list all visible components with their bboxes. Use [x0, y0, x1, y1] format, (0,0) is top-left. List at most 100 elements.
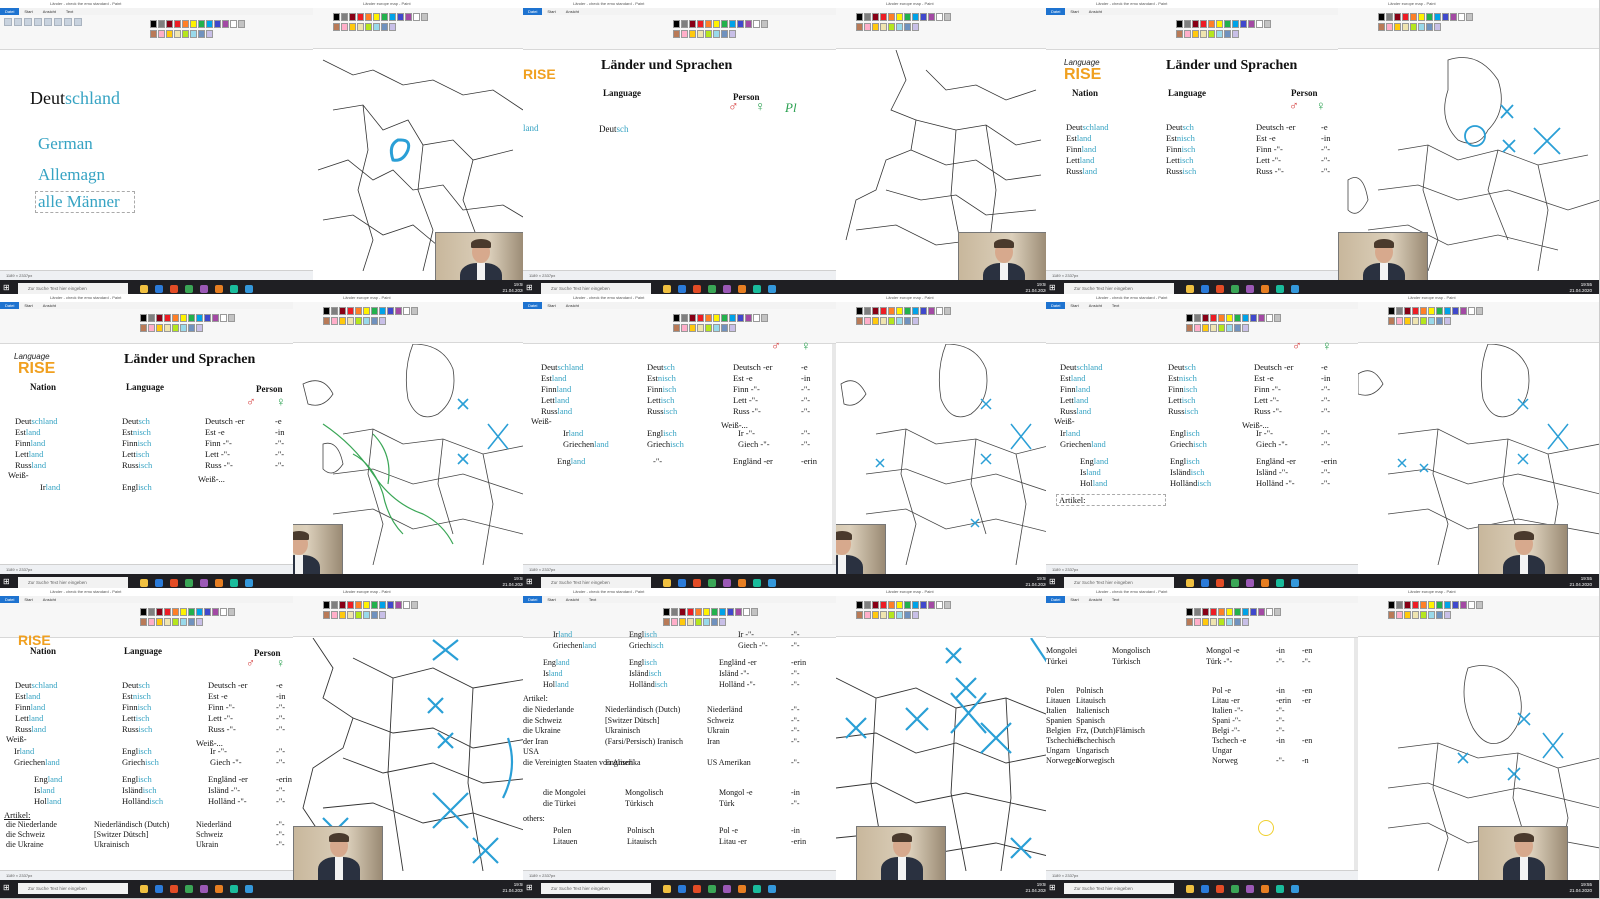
palette-color-swatch[interactable]	[204, 314, 211, 322]
text-tool-icon[interactable]	[44, 18, 52, 26]
palette-color-swatch[interactable]	[1460, 307, 1467, 315]
palette-color-swatch[interactable]	[1210, 608, 1217, 616]
taskbar-app-icon[interactable]	[678, 579, 686, 587]
palette-color-swatch[interactable]	[1404, 610, 1411, 619]
palette-color-swatch[interactable]	[703, 608, 710, 616]
palette-color-swatch[interactable]	[196, 314, 203, 322]
palette-color-swatch[interactable]	[1428, 307, 1435, 315]
palette-color-swatch[interactable]	[872, 307, 879, 315]
palette-color-swatch[interactable]	[355, 601, 362, 609]
palette-color-swatch[interactable]	[761, 314, 768, 322]
palette-color-swatch[interactable]	[1184, 29, 1191, 38]
palette-color-swatch[interactable]	[1436, 610, 1443, 619]
palette-color-swatch[interactable]	[1468, 601, 1475, 609]
menu-text[interactable]: Text	[584, 596, 601, 603]
palette-color-swatch[interactable]	[1418, 22, 1425, 31]
palette-color-swatch[interactable]	[1176, 29, 1183, 38]
palette-color-swatch[interactable]	[1410, 22, 1417, 31]
taskbar-app-icon[interactable]	[738, 885, 746, 893]
taskbar-app-icon[interactable]	[140, 885, 148, 893]
paint-canvas[interactable]: Mongolei Mongolisch Mongol -e -in -en Türkei T…	[1046, 638, 1358, 871]
palette-color-swatch[interactable]	[1234, 314, 1241, 322]
palette-color-swatch[interactable]	[188, 608, 195, 616]
palette-color-swatch[interactable]	[1202, 314, 1209, 322]
palette-color-swatch[interactable]	[1208, 29, 1215, 38]
palette-color-swatch[interactable]	[737, 314, 744, 322]
palette-color-swatch[interactable]	[190, 20, 197, 28]
taskbar-app-icon[interactable]	[1261, 285, 1269, 293]
palette-color-swatch[interactable]	[371, 316, 378, 325]
palette-color-swatch[interactable]	[1194, 323, 1201, 332]
palette-color-swatch[interactable]	[705, 20, 712, 28]
menu-datei[interactable]: Datei	[0, 8, 20, 15]
palette-color-swatch[interactable]	[1250, 608, 1257, 616]
palette-color-swatch[interactable]	[220, 314, 227, 322]
palette-color-swatch[interactable]	[864, 601, 871, 609]
palette-color-swatch[interactable]	[1412, 316, 1419, 325]
palette-color-swatch[interactable]	[679, 617, 686, 626]
brush-tool-icon[interactable]	[64, 18, 72, 26]
palette-color-swatch[interactable]	[711, 608, 718, 616]
palette-color-swatch[interactable]	[357, 13, 364, 21]
palette-color-swatch[interactable]	[713, 314, 720, 322]
palette-color-swatch[interactable]	[920, 307, 927, 315]
palette-color-swatch[interactable]	[323, 307, 330, 315]
palette-color-swatch[interactable]	[1234, 617, 1241, 626]
palette-color-swatch[interactable]	[174, 20, 181, 28]
palette-color-swatch[interactable]	[753, 314, 760, 322]
taskbar-app-icon[interactable]	[753, 579, 761, 587]
palette-color-swatch[interactable]	[206, 29, 213, 38]
palette-color-swatch[interactable]	[719, 608, 726, 616]
palette-color-swatch[interactable]	[1476, 601, 1483, 609]
palette-color-swatch[interactable]	[1240, 20, 1247, 28]
palette-color-swatch[interactable]	[180, 617, 187, 626]
palette-color-swatch[interactable]	[856, 13, 863, 21]
palette-color-swatch[interactable]	[697, 323, 704, 332]
palette-color-swatch[interactable]	[872, 610, 879, 619]
palette-color-swatch[interactable]	[172, 617, 179, 626]
palette-color-swatch[interactable]	[681, 323, 688, 332]
palette-color-swatch[interactable]	[713, 29, 720, 38]
palette-color-swatch[interactable]	[745, 20, 752, 28]
palette-color-swatch[interactable]	[872, 22, 879, 31]
palette-color-swatch[interactable]	[904, 13, 911, 21]
palette-color-swatch[interactable]	[1242, 314, 1249, 322]
palette-color-swatch[interactable]	[182, 20, 189, 28]
taskbar-app-icon[interactable]	[693, 285, 701, 293]
palette-color-swatch[interactable]	[689, 323, 696, 332]
palette-color-swatch[interactable]	[1186, 608, 1193, 616]
palette-color-swatch[interactable]	[1226, 314, 1233, 322]
palette-color-swatch[interactable]	[1216, 20, 1223, 28]
menu-start[interactable]: Start	[1065, 596, 1083, 603]
palette-color-swatch[interactable]	[1242, 617, 1249, 626]
palette-color-swatch[interactable]	[1436, 316, 1443, 325]
palette-color-swatch[interactable]	[1242, 323, 1249, 332]
palette-color-swatch[interactable]	[166, 20, 173, 28]
palette-color-swatch[interactable]	[673, 314, 680, 322]
eraser-tool-icon[interactable]	[54, 18, 62, 26]
palette-color-swatch[interactable]	[1388, 610, 1395, 619]
palette-color-swatch[interactable]	[729, 323, 736, 332]
palette-color-swatch[interactable]	[339, 307, 346, 315]
palette-color-swatch[interactable]	[928, 307, 935, 315]
menu-text[interactable]: Text	[1107, 596, 1124, 603]
palette-color-swatch[interactable]	[888, 307, 895, 315]
palette-color-swatch[interactable]	[1428, 601, 1435, 609]
menu-ansicht[interactable]: Ansicht	[1084, 8, 1107, 15]
menu-ansicht[interactable]: Ansicht	[1084, 596, 1107, 603]
menu-datei[interactable]: Datei	[1046, 8, 1066, 15]
select-tool-icon[interactable]	[4, 18, 12, 26]
taskbar-app-icon[interactable]	[230, 579, 238, 587]
palette-color-swatch[interactable]	[689, 29, 696, 38]
palette-color-swatch[interactable]	[355, 307, 362, 315]
palette-color-swatch[interactable]	[1388, 307, 1395, 315]
palette-color-swatch[interactable]	[238, 20, 245, 28]
palette-color-swatch[interactable]	[1396, 316, 1403, 325]
palette-color-swatch[interactable]	[156, 314, 163, 322]
taskbar-app-icon[interactable]	[1186, 285, 1194, 293]
palette-color-swatch[interactable]	[713, 20, 720, 28]
palette-color-swatch[interactable]	[339, 601, 346, 609]
palette-color-swatch[interactable]	[164, 617, 171, 626]
taskbar-app-icon[interactable]	[1246, 579, 1254, 587]
palette-color-swatch[interactable]	[1224, 20, 1231, 28]
